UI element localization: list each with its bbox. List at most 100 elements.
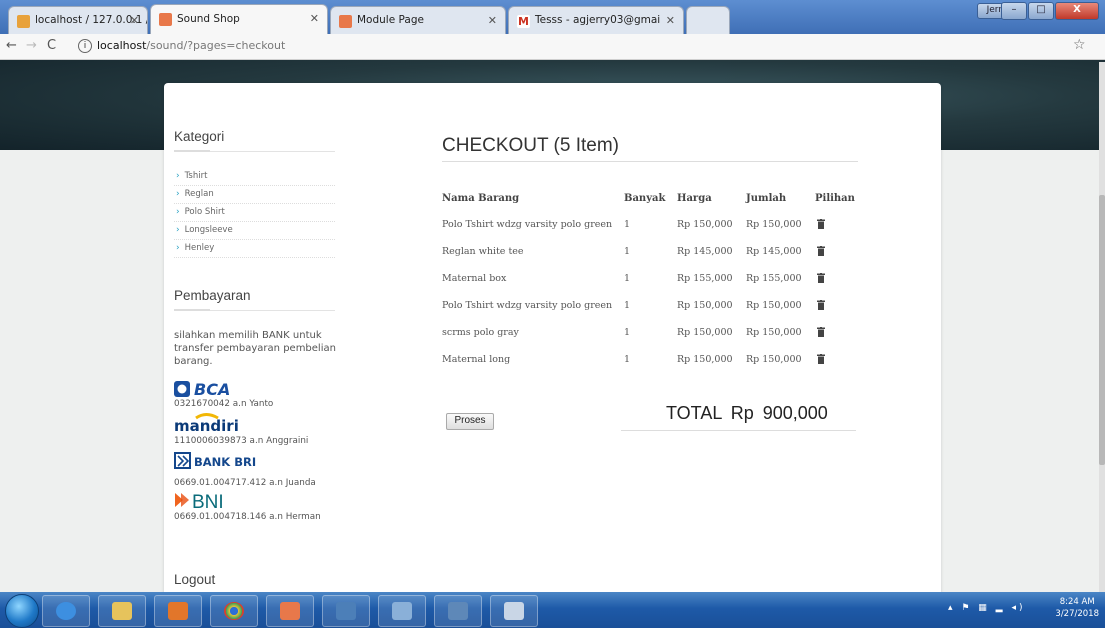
page-title: CHECKOUT (5 Item) <box>442 135 620 156</box>
mandiri-account: 1110006039873 a.n Anggraini <box>174 436 309 446</box>
proses-button[interactable]: Proses <box>446 413 494 430</box>
close-icon[interactable]: ✕ <box>130 14 139 27</box>
trash-icon[interactable] <box>817 300 825 310</box>
minimize-button[interactable]: – <box>1001 2 1027 20</box>
trash-icon[interactable] <box>817 273 825 283</box>
close-icon[interactable]: ✕ <box>488 14 497 27</box>
pembayaran-heading: Pembayaran <box>174 288 251 303</box>
content-card: Kategori › Tshirt › Reglan › Polo Shirt › Lo… <box>164 83 941 592</box>
item-price: Rp 145,000 <box>677 246 733 257</box>
url-host: localhost <box>97 39 147 52</box>
item-subtotal: Rp 150,000 <box>746 354 802 365</box>
media-player-icon <box>168 602 188 620</box>
category-link-longsleeve[interactable]: › Longsleeve <box>174 222 335 240</box>
category-link-polo-shirt[interactable]: › Polo Shirt <box>174 204 335 222</box>
clock-date: 3/27/2018 <box>1055 609 1099 619</box>
item-subtotal: Rp 150,000 <box>746 300 802 311</box>
system-clock[interactable]: 8:24 AM 3/27/2018 <box>1055 596 1099 620</box>
trash-icon[interactable] <box>817 246 825 256</box>
taskbar-xampp[interactable] <box>266 595 314 627</box>
gmail-icon: M <box>517 15 530 28</box>
taskbar-media[interactable] <box>154 595 202 627</box>
taskbar-explorer[interactable] <box>98 595 146 627</box>
scrollbar-thumb[interactable] <box>1099 195 1105 465</box>
column-header-pilihan: Pilihan <box>815 193 855 204</box>
browser-toolbar: ← → C i localhost/sound/?pages=checkout ☆ <box>0 34 1105 60</box>
forward-icon[interactable]: → <box>26 38 37 53</box>
page-viewport: Kategori › Tshirt › Reglan › Polo Shirt › Lo… <box>0 60 1105 592</box>
item-price: Rp 150,000 <box>677 354 733 365</box>
item-name: Polo Tshirt wdzg varsity polo green <box>442 219 613 230</box>
bni-account: 0669.01.004718.146 a.n Herman <box>174 512 321 522</box>
taskbar-paint[interactable] <box>490 595 538 627</box>
item-qty: 1 <box>624 300 631 311</box>
trash-icon[interactable] <box>817 219 825 229</box>
mandiri-logo: mandiri <box>174 412 244 438</box>
reload-icon[interactable]: C <box>47 38 56 53</box>
divider <box>442 161 858 162</box>
bca-account: 0321670042 a.n Yanto <box>174 399 274 409</box>
category-label: Polo Shirt <box>184 207 225 217</box>
column-header-harga: Harga <box>677 193 712 204</box>
bookmark-star-icon[interactable]: ☆ <box>1073 37 1086 53</box>
taskbar-app[interactable] <box>322 595 370 627</box>
bri-account: 0669.01.004717.412 a.n Juanda <box>174 478 316 488</box>
window-controls: – □ X <box>1001 2 1099 20</box>
close-window-button[interactable]: X <box>1055 2 1099 20</box>
item-price: Rp 150,000 <box>677 219 733 230</box>
bca-logo-text: BCA <box>194 380 230 398</box>
back-icon[interactable]: ← <box>6 38 17 53</box>
app-icon <box>336 602 356 620</box>
new-tab-button[interactable] <box>686 6 730 34</box>
paint-icon <box>504 602 524 620</box>
trash-icon[interactable] <box>817 354 825 364</box>
internet-explorer-icon <box>56 602 76 620</box>
total-label: TOTAL <box>666 403 722 423</box>
xampp-icon <box>339 15 352 28</box>
item-subtotal: Rp 155,000 <box>746 273 802 284</box>
item-qty: 1 <box>624 273 631 284</box>
browser-tab-strip: localhost / 127.0.0.1 / so ✕ Sound Shop … <box>0 0 1105 34</box>
taskbar-chrome[interactable] <box>210 595 258 627</box>
item-name: scrms polo gray <box>442 327 519 338</box>
info-icon[interactable]: i <box>78 39 92 53</box>
tab-phpmyadmin[interactable]: localhost / 127.0.0.1 / so ✕ <box>8 6 148 34</box>
bri-logo-text: BANK BRI <box>194 455 256 469</box>
clock-time: 8:24 AM <box>1059 597 1095 607</box>
item-subtotal: Rp 150,000 <box>746 327 802 338</box>
taskbar-app[interactable] <box>434 595 482 627</box>
system-tray[interactable]: ▴ ⚑ ▦ ▂ ◂) <box>948 603 1025 613</box>
close-icon[interactable]: ✕ <box>310 12 319 25</box>
category-link-tshirt[interactable]: › Tshirt <box>174 168 335 186</box>
tab-module-page[interactable]: Module Page ✕ <box>330 6 506 34</box>
column-header-nama: Nama Barang <box>442 193 520 204</box>
item-name: Maternal long <box>442 354 511 365</box>
tab-title: Sound Shop <box>177 13 240 25</box>
xampp-icon <box>159 13 172 26</box>
divider <box>174 309 335 311</box>
order-total: TOTAL Rp 900,000 <box>666 403 828 424</box>
item-qty: 1 <box>624 327 631 338</box>
item-price: Rp 150,000 <box>677 300 733 311</box>
chevron-right-icon: › <box>176 189 180 199</box>
url-path: /sound/?pages=checkout <box>146 39 286 52</box>
close-icon[interactable]: ✕ <box>666 14 675 27</box>
item-qty: 1 <box>624 354 631 365</box>
start-button[interactable] <box>5 594 39 628</box>
column-header-banyak: Banyak <box>624 193 666 204</box>
taskbar-ie[interactable] <box>42 595 90 627</box>
maximize-button[interactable]: □ <box>1028 2 1054 20</box>
category-link-henley[interactable]: › Henley <box>174 240 335 258</box>
category-link-reglan[interactable]: › Reglan <box>174 186 335 204</box>
category-label: Longsleeve <box>184 225 233 235</box>
bni-logo-text: BNI <box>192 492 224 511</box>
taskbar-app[interactable] <box>378 595 426 627</box>
trash-icon[interactable] <box>817 327 825 337</box>
tab-title: Module Page <box>357 14 424 26</box>
logout-link[interactable]: Logout <box>174 572 215 587</box>
total-value: Rp 900,000 <box>730 403 828 423</box>
tab-gmail[interactable]: M Tesss - agjerry03@gmai ✕ <box>508 6 684 34</box>
tab-sound-shop[interactable]: Sound Shop ✕ <box>150 4 328 34</box>
chevron-right-icon: › <box>176 243 180 253</box>
address-bar[interactable]: i localhost/sound/?pages=checkout <box>78 37 1078 54</box>
